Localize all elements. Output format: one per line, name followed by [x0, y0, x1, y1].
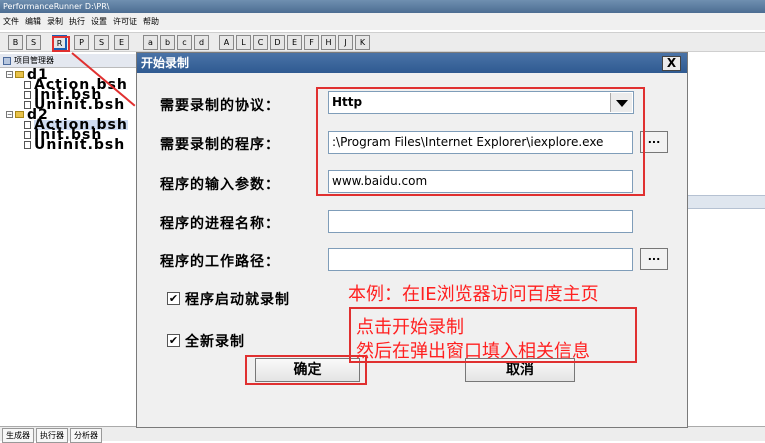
tree-item-label: Uninit.bsh: [34, 137, 126, 153]
folder-icon: [15, 111, 24, 118]
toolbar-button-12[interactable]: C: [253, 35, 268, 50]
dialog-title: 开始录制: [137, 53, 687, 73]
tree-file[interactable]: Uninit.bsh: [0, 137, 137, 153]
menu-bar: 文件 编辑 录制 执行 设置 许可证 帮助: [0, 13, 765, 30]
close-button[interactable]: X: [662, 56, 681, 71]
collapse-icon[interactable]: −: [6, 71, 13, 78]
toolbar-button-15[interactable]: F: [304, 35, 319, 50]
toolbar-button-1[interactable]: S: [26, 35, 41, 50]
annotation-line-1: 本例：在IE浏览器访问百度主页: [348, 284, 599, 305]
project-tree: − d1 Action.bsh Init.bsh Uninit.bsh − d2 Action…: [0, 68, 137, 153]
toolbar-button-4[interactable]: S: [94, 35, 109, 50]
bottom-tabs: 生成器 执行器 分析器: [0, 426, 765, 443]
protocol-label: 需要录制的协议：: [160, 98, 280, 114]
toolbar-button-5[interactable]: E: [114, 35, 129, 50]
menu-item-2[interactable]: 录制: [44, 13, 66, 30]
annotation-line-2: 点击开始录制: [356, 317, 464, 338]
toolbar-button-13[interactable]: D: [270, 35, 285, 50]
annotation-line-3: 然后在弹出窗口填入相关信息: [356, 341, 590, 362]
editor-area: [688, 54, 765, 426]
toolbar-button-9[interactable]: d: [194, 35, 209, 50]
toolbar-button-10[interactable]: A: [219, 35, 234, 50]
new-record-checkbox[interactable]: ✔: [167, 334, 180, 347]
toolbar-button-3[interactable]: P: [74, 35, 89, 50]
toolbar-button-18[interactable]: K: [355, 35, 370, 50]
collapse-icon[interactable]: −: [6, 111, 13, 118]
menu-item-6[interactable]: 帮助: [140, 13, 162, 30]
workdir-label: 程序的工作路径：: [160, 254, 280, 270]
menu-item-0[interactable]: 文件: [0, 13, 22, 30]
toolbar-button-11[interactable]: L: [236, 35, 251, 50]
menu-item-3[interactable]: 执行: [66, 13, 88, 30]
folder-icon: [15, 71, 24, 78]
program-label: 需要录制的程序：: [160, 137, 280, 153]
project-icon: [3, 57, 11, 65]
project-manager-title: 项目管理器: [14, 56, 54, 65]
highlight-form-box: [316, 87, 645, 196]
toolbar-button-17[interactable]: J: [338, 35, 353, 50]
file-icon: [24, 140, 31, 149]
menu-item-4[interactable]: 设置: [88, 13, 110, 30]
toolbar-button-16[interactable]: H: [321, 35, 336, 50]
toolbar-button-6[interactable]: a: [143, 35, 158, 50]
file-icon: [24, 90, 31, 99]
project-manager-panel: 项目管理器 − d1 Action.bsh Init.bsh Uninit.bsh − d2…: [0, 54, 138, 426]
menu-item-1[interactable]: 编辑: [22, 13, 44, 30]
workdir-input[interactable]: [328, 248, 633, 271]
process-input[interactable]: [328, 210, 633, 233]
highlight-ok-box: [245, 355, 367, 385]
new-record-label: 全新录制: [185, 334, 245, 350]
toolbar: BSRPSEabcdALCDEFHJK: [0, 32, 765, 52]
process-label: 程序的进程名称：: [160, 216, 280, 232]
window-title: PerformanceRunner D:\PR\: [0, 0, 765, 13]
toolbar-button-8[interactable]: c: [177, 35, 192, 50]
editor-band: [688, 195, 765, 209]
toolbar-button-0[interactable]: B: [8, 35, 23, 50]
tree-file[interactable]: Uninit.bsh: [0, 98, 137, 112]
workdir-browse-button[interactable]: ...: [640, 248, 668, 270]
toolbar-button-14[interactable]: E: [287, 35, 302, 50]
file-icon: [24, 130, 31, 139]
toolbar-button-7[interactable]: b: [160, 35, 175, 50]
start-record-checkbox[interactable]: ✔: [167, 292, 180, 305]
project-manager-header: 项目管理器: [0, 54, 137, 68]
highlight-record-button-box: [52, 36, 70, 52]
args-label: 程序的输入参数：: [160, 177, 280, 193]
menu-item-5[interactable]: 许可证: [110, 13, 140, 30]
start-record-label: 程序启动就录制: [185, 292, 290, 308]
